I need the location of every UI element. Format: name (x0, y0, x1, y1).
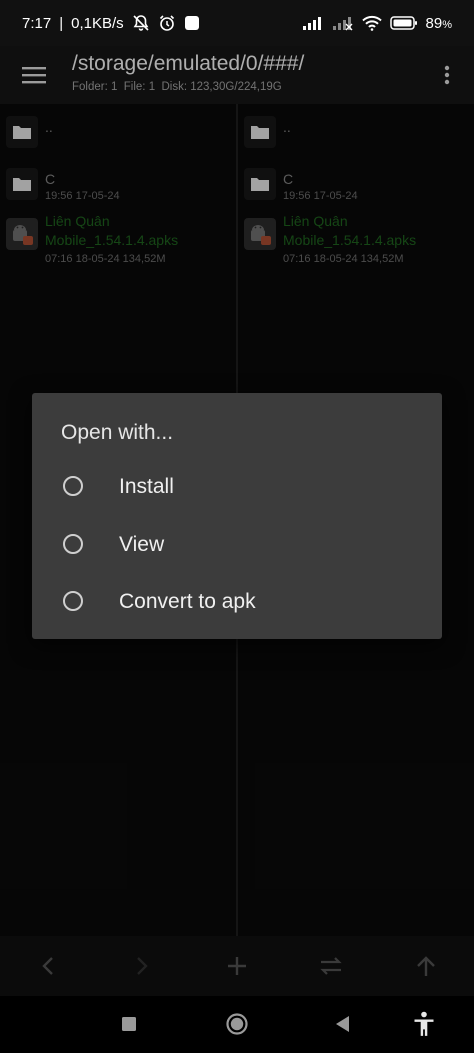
dialog-title: Open with... (61, 421, 174, 444)
status-bar: 7:17 | 0,1KB/s 89% (0, 0, 474, 46)
accessibility-icon[interactable] (406, 1008, 442, 1040)
signal-weak-icon (332, 15, 354, 31)
swap-panes-icon[interactable] (315, 950, 347, 982)
option-convert-to-apk[interactable]: Convert to apk (32, 575, 442, 631)
wifi-icon (361, 15, 382, 31)
radio-button[interactable] (63, 591, 83, 611)
status-network-speed: 0,1KB/s (71, 14, 124, 32)
home-circle-icon[interactable] (219, 1008, 255, 1040)
status-separator: | (59, 14, 64, 32)
option-label: Install (119, 475, 174, 498)
option-label: View (119, 533, 165, 556)
add-icon[interactable] (221, 950, 253, 982)
alarm-icon (158, 14, 176, 32)
recents-square-icon[interactable] (111, 1008, 147, 1040)
app-notification-icon (184, 15, 200, 31)
back-arrow-icon[interactable] (32, 950, 64, 982)
radio-button[interactable] (63, 476, 83, 496)
open-with-dialog: Open with... Install View Convert to apk (32, 393, 442, 639)
signal-icon (302, 15, 324, 31)
back-triangle-icon[interactable] (324, 1008, 360, 1040)
status-time: 7:17 (22, 14, 52, 32)
system-nav-bar (0, 996, 474, 1053)
forward-arrow-icon[interactable] (126, 950, 158, 982)
radio-button[interactable] (63, 534, 83, 554)
bottom-toolbar (0, 936, 474, 996)
notifications-off-icon (132, 14, 150, 32)
option-install[interactable]: Install (32, 460, 442, 516)
battery-icon (389, 15, 418, 31)
status-left: 7:17 | 0,1KB/s (22, 14, 200, 32)
status-right: 89% (302, 15, 452, 32)
battery-percent: 89% (425, 14, 452, 32)
up-arrow-icon[interactable] (410, 950, 442, 982)
option-view[interactable]: View (32, 518, 442, 574)
option-label: Convert to apk (119, 590, 256, 613)
